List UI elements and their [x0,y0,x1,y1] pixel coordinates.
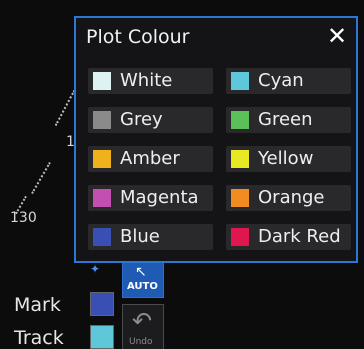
auto-button[interactable]: ↖ AUTO [122,262,164,298]
radar-display: 1 130 ✦ ↖ AUTO Mark Track ↶ Undo Plot Co… [0,0,364,349]
colour-option-amber[interactable]: Amber [88,146,213,172]
colour-swatch [93,72,111,90]
arrow-icon: ↖ [135,264,147,280]
colour-option-yellow[interactable]: Yellow [226,146,351,172]
colour-option-orange[interactable]: Orange [226,185,351,211]
colour-option-grey[interactable]: Grey [88,107,213,133]
colour-swatch [93,111,111,129]
range-ring-segment [54,89,76,127]
plot-colour-dialog: Plot Colour ✕ White Cyan Grey Green Amber Yel… [74,16,358,263]
colour-swatch [231,228,249,246]
colour-option-cyan[interactable]: Cyan [226,68,351,94]
colour-option-dark-red[interactable]: Dark Red [226,224,351,250]
colour-swatch [93,189,111,207]
colour-option-label: Green [258,109,313,130]
colour-option-blue[interactable]: Blue [88,224,213,250]
colour-option-label: Dark Red [258,226,341,247]
colour-option-label: Grey [120,109,163,130]
heading-icon: ✦ [90,262,101,276]
colour-swatch [231,72,249,90]
undo-icon: ↶ [132,307,153,335]
colour-option-label: White [120,70,173,91]
mark-color-swatch[interactable] [90,292,114,316]
undo-button[interactable]: ↶ Undo [122,304,164,349]
colour-swatch [231,111,249,129]
colour-option-label: Orange [258,187,325,208]
colour-option-green[interactable]: Green [226,107,351,133]
range-ring-segment [31,161,51,195]
track-label: Track [14,327,64,349]
colour-option-label: Blue [120,226,160,247]
colour-swatch [231,189,249,207]
bearing-label: 130 [10,210,37,226]
colour-swatch [93,150,111,168]
colour-option-label: Magenta [120,187,199,208]
track-color-swatch[interactable] [90,325,114,349]
close-button[interactable]: ✕ [324,22,350,50]
colour-option-label: Yellow [258,148,314,169]
colour-swatch [93,228,111,246]
colour-option-label: Amber [120,148,180,169]
dialog-header: Plot Colour ✕ [76,18,356,56]
mark-label: Mark [14,294,61,316]
colour-option-magenta[interactable]: Magenta [88,185,213,211]
colour-swatch [231,150,249,168]
colour-option-white[interactable]: White [88,68,213,94]
colour-option-label: Cyan [258,70,304,91]
dialog-title: Plot Colour [86,26,190,48]
